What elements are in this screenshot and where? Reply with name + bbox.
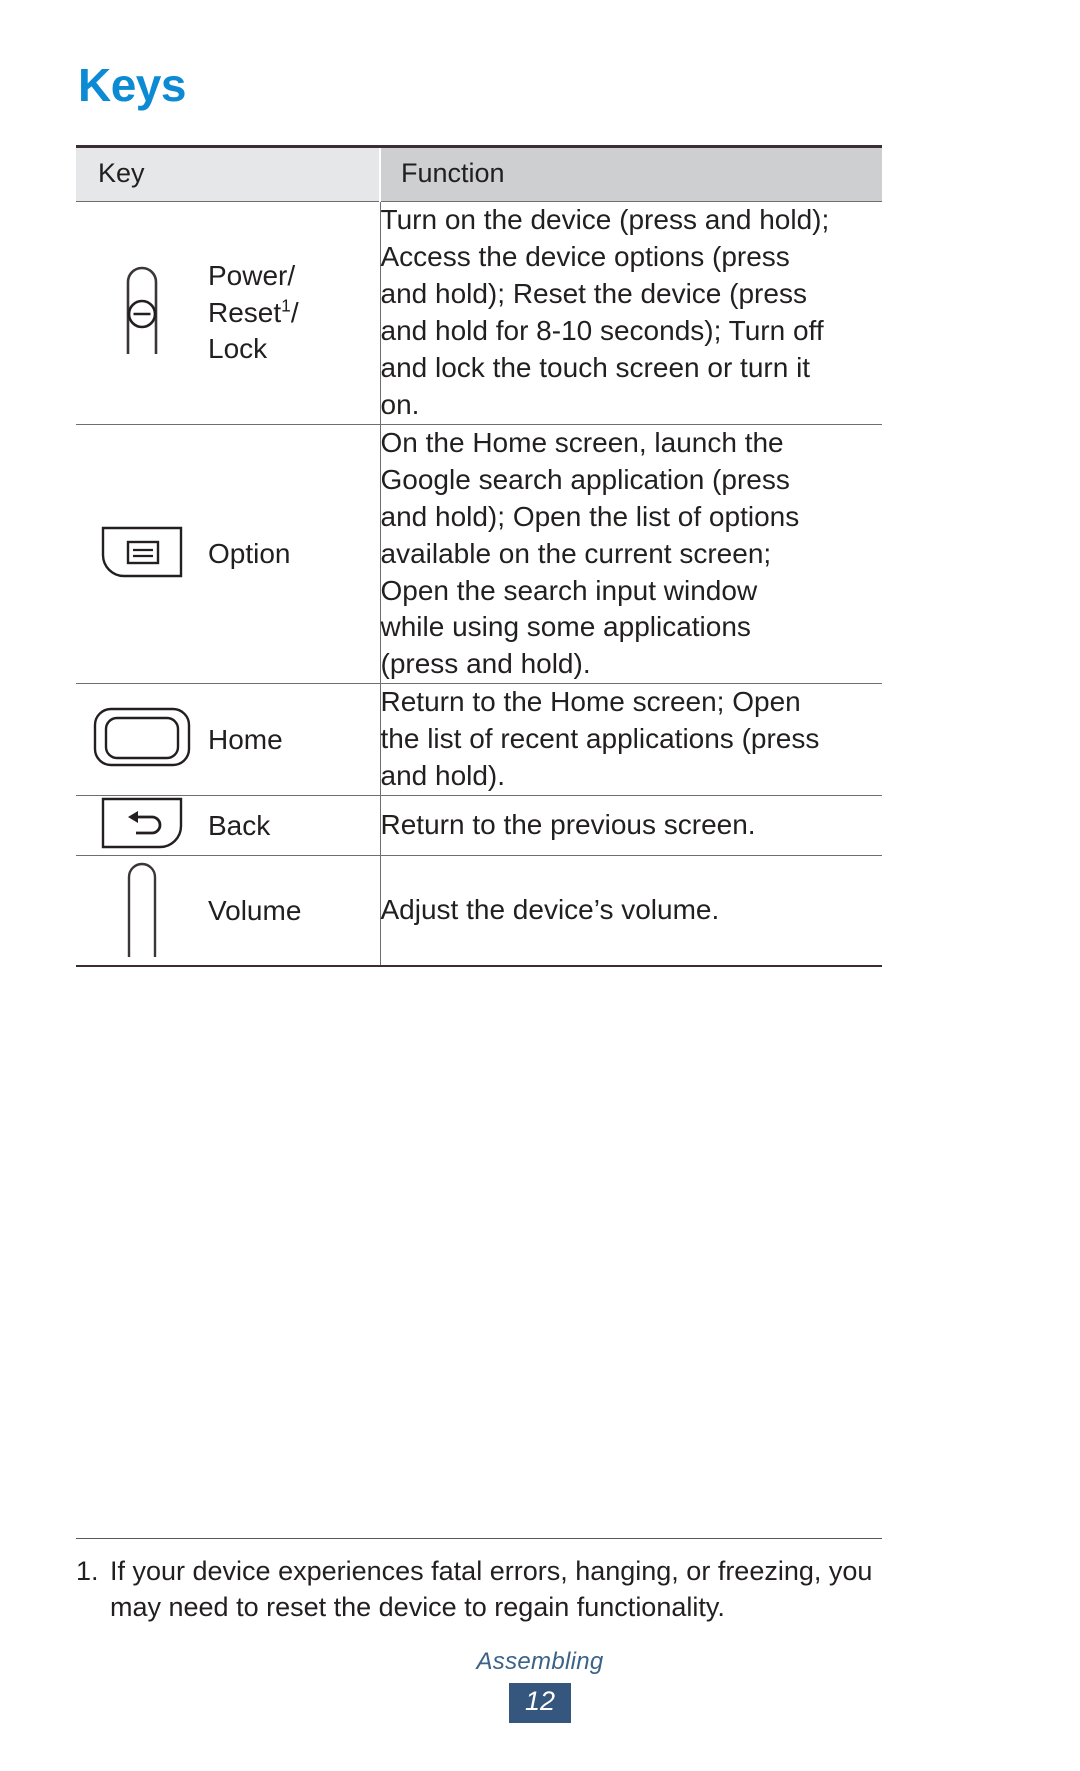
back-key-icon — [100, 796, 184, 850]
volume-key-icon — [120, 856, 164, 960]
footer-section-label: Assembling — [476, 1648, 604, 1675]
table-row: Home Return to the Home screen; Open the… — [76, 683, 882, 796]
key-label-line-3: Lock — [208, 333, 268, 365]
function-line: Adjust the device’s volume. — [380, 894, 720, 926]
function-line: and lock the touch screen or turn it — [380, 351, 811, 383]
function-line: on. — [380, 388, 420, 420]
key-label-line-1: Back — [208, 809, 271, 841]
page-title: Keys — [78, 59, 186, 111]
key-label-cell: Home — [208, 683, 380, 796]
option-key-icon — [100, 525, 184, 579]
key-label-reset-text: Reset — [208, 296, 282, 328]
column-header-key: Key — [76, 145, 380, 202]
key-label-line-2: Reset1/ — [208, 295, 380, 331]
key-function-cell: Return to the Home screen; Open the list… — [379, 683, 882, 796]
footnote-number: 1. — [76, 1556, 99, 1586]
key-icon-cell — [76, 423, 208, 684]
footnote-line-2: may need to reset the device to regain f… — [110, 1592, 725, 1623]
function-line: Return to the Home screen; Open — [380, 686, 801, 718]
key-function-cell: Adjust the device’s volume. — [379, 855, 882, 968]
function-line: Turn on the device (press and hold); — [380, 204, 830, 235]
key-function-cell: On the Home screen, launch the Google se… — [379, 423, 882, 684]
table-body: Power/ Reset1/ Lock Turn on the device (… — [76, 201, 882, 968]
footnote-body: If your device experiences fatal errors,… — [76, 1553, 882, 1625]
key-label-reset-suffix: / — [290, 296, 299, 328]
key-label-line-1: Power/ — [208, 260, 296, 292]
key-label-line-1: Option — [208, 537, 291, 569]
function-line: On the Home screen, launch the — [380, 426, 784, 458]
footnote: 1. If your device experiences fatal erro… — [76, 1538, 882, 1625]
table-row: Back Return to the previous screen. — [76, 795, 882, 856]
key-function-cell: Return to the previous screen. — [379, 795, 882, 856]
key-label-line-1: Home — [208, 723, 283, 755]
key-icon-cell — [76, 683, 208, 796]
function-line: (press and hold). — [380, 648, 591, 680]
table-row: Power/ Reset1/ Lock Turn on the device (… — [76, 201, 882, 425]
table-row: Volume Adjust the device’s volume. — [76, 855, 882, 968]
function-line: available on the current screen; — [380, 537, 772, 569]
key-label-cell: Option — [208, 423, 380, 684]
table-header: Key Function — [76, 145, 882, 202]
key-icon-cell — [76, 795, 208, 856]
key-icon-cell — [76, 855, 208, 968]
function-line: and hold for 8-10 seconds); Turn off — [380, 314, 824, 346]
manual-page: Keys Key Function Power/ Reset1/ Lock Tu… — [0, 0, 1080, 1771]
key-label-cell: Volume — [208, 855, 380, 968]
table-row: Option On the Home screen, launch the Go… — [76, 423, 882, 684]
page-number-badge: 12 — [508, 1683, 572, 1723]
function-line: and hold); Open the list of options — [380, 500, 800, 532]
function-line: and hold). — [380, 760, 506, 792]
column-header-function: Function — [379, 145, 882, 202]
power-key-icon — [120, 262, 164, 358]
page-footer: Assembling 12 — [0, 1648, 1080, 1723]
function-line: Google search application (press — [380, 463, 790, 495]
home-key-icon — [92, 706, 192, 768]
key-label-line-1: Volume — [208, 894, 302, 926]
function-line: while using some applications — [380, 611, 751, 643]
footnote-line-1: If your device experiences fatal errors,… — [110, 1556, 873, 1586]
footnote-reference: 1 — [281, 295, 291, 316]
function-line: Access the device options (press — [380, 240, 790, 272]
key-function-cell: Turn on the device (press and hold); Acc… — [379, 201, 882, 425]
key-label-cell: Back — [208, 795, 380, 856]
function-line: Return to the previous screen. — [380, 809, 756, 841]
key-label-cell: Power/ Reset1/ Lock — [208, 201, 380, 425]
function-line: and hold); Reset the device (press — [380, 277, 807, 309]
keys-table: Key Function Power/ Reset1/ Lock Turn on… — [76, 145, 882, 968]
function-line: Open the search input window — [380, 574, 758, 606]
table-header-row: Key Function — [76, 145, 882, 202]
key-icon-cell — [76, 201, 208, 425]
function-line: the list of recent applications (press — [380, 723, 820, 755]
